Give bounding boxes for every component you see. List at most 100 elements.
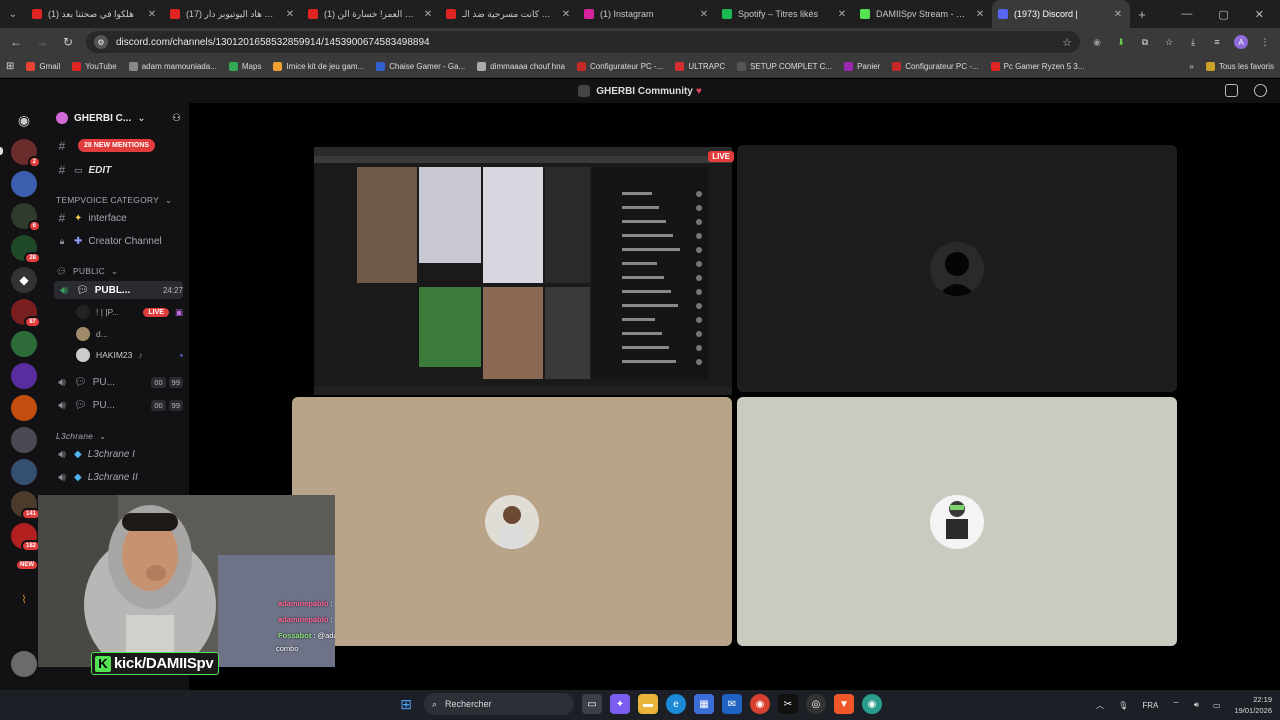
new-tab-button[interactable]: + <box>1130 7 1154 22</box>
category-l3chrane[interactable]: L3chrane ⌄ <box>56 427 183 445</box>
voice-user-1[interactable]: ! | |P... LIVE ▣ <box>76 303 183 321</box>
bookmarks-overflow-button[interactable]: » <box>1189 62 1193 71</box>
bookmark-item[interactable]: Pc Gamer Ryzen 5 3... <box>990 62 1085 71</box>
bookmark-item[interactable]: Configurateur PC -... <box>892 62 979 71</box>
channel-interface[interactable]: # ✦ interface <box>56 209 183 227</box>
close-tab-icon[interactable]: ✕ <box>422 9 434 20</box>
voice-user-3[interactable]: HAKIM23 ♪ ▪ <box>76 346 183 364</box>
microphone-icon[interactable]: 🎙︎ <box>1118 701 1128 710</box>
language-indicator[interactable]: FRA <box>1142 701 1158 710</box>
inbox-icon[interactable] <box>1225 84 1238 97</box>
close-tab-icon[interactable]: ✕ <box>146 9 158 20</box>
bookmark-item[interactable]: Imice kit de jeu gam... <box>273 62 364 71</box>
close-tab-icon[interactable]: ✕ <box>284 9 296 20</box>
bookmark-item[interactable]: Chaise Gamer - Ga... <box>376 62 465 71</box>
server-icon-4[interactable]: 28 <box>11 235 41 264</box>
server-icon-9[interactable] <box>11 395 37 421</box>
tab-search-icon[interactable]: ⌄ <box>0 0 26 28</box>
participant-tile-4[interactable] <box>737 397 1177 646</box>
discord-home-icon[interactable]: ◉ <box>11 107 37 133</box>
minimize-icon[interactable]: — <box>1181 8 1192 21</box>
close-tab-icon[interactable]: ✕ <box>836 9 848 20</box>
close-tab-icon[interactable]: ✕ <box>698 9 710 20</box>
category-tempvoice[interactable]: TEMPVOICE CATEGORY ⌄ <box>56 191 183 209</box>
channel-public-voice-2[interactable]: 🔊︎ 💬︎ PU... 00 99 <box>56 373 183 391</box>
browser-tab[interactable]: Spotify – Titres likés ✕ <box>716 0 854 28</box>
url-text[interactable]: discord.com/channels/1301201658532859914… <box>116 37 1054 48</box>
invite-icon[interactable]: ⚇ <box>172 113 181 124</box>
browser-tab[interactable]: (17) علاش هاد اليوتيوبر دار ✕ <box>164 0 302 28</box>
user-avatar[interactable] <box>11 651 37 677</box>
wifi-icon[interactable]: ⌔ <box>1172 700 1180 710</box>
channel-public-voice[interactable]: 🔊︎ 💬︎ PUBL... 24:27 <box>54 281 183 299</box>
chrome-beta-icon[interactable]: ◉ <box>862 694 882 714</box>
site-info-icon[interactable]: ⚙ <box>94 35 108 49</box>
edge-icon[interactable]: e <box>666 694 686 714</box>
category-public[interactable]: 💬︎ PUBLIC ⌄ <box>56 262 183 280</box>
bookmark-item[interactable]: Panier <box>844 62 880 71</box>
outlook-icon[interactable]: ✉ <box>722 694 742 714</box>
download-ext-icon[interactable]: ⬇ <box>1114 35 1128 49</box>
store-icon[interactable]: ▦ <box>694 694 714 714</box>
tray-overflow-icon[interactable]: ︿ <box>1096 700 1104 711</box>
maximize-icon[interactable]: ▢ <box>1218 8 1228 21</box>
file-explorer-icon[interactable]: ▬ <box>638 694 658 714</box>
all-bookmarks-button[interactable]: Tous les favoris <box>1205 62 1274 71</box>
browser-tab[interactable]: DAMIISpv Stream - Watch ✕ <box>854 0 992 28</box>
volume-icon[interactable]: 🔊︎ <box>1194 700 1199 710</box>
chrome-icon[interactable]: ◉ <box>750 694 770 714</box>
browser-tab[interactable]: واش كانت مسرحية ضد الـ ✕ <box>440 0 578 28</box>
close-window-icon[interactable]: ✕ <box>1255 8 1264 21</box>
server-icon-8[interactable] <box>11 363 37 389</box>
new-mentions-pill[interactable]: 28 NEW MENTIONS <box>78 139 155 152</box>
server-icon-11[interactable] <box>11 459 37 485</box>
bookmark-item[interactable]: Configurateur PC -... <box>577 62 663 71</box>
server-icon-14[interactable]: NEW <box>11 555 39 581</box>
extensions-puzzle-icon[interactable]: ⧉ <box>1138 35 1152 49</box>
browser-menu-icon[interactable]: ⋮ <box>1258 35 1272 49</box>
server-icon-13[interactable]: 182 <box>11 523 41 552</box>
browser-tab[interactable]: (1) صدمة العمر! خسارة الن ✕ <box>302 0 440 28</box>
participant-tile-3[interactable] <box>292 397 732 646</box>
channel-l3chrane-2[interactable]: 🔊︎ ◆ L3chrane II <box>56 468 183 486</box>
server-icon-10[interactable] <box>11 427 37 453</box>
battery-icon[interactable]: ▭ <box>1213 701 1221 710</box>
forward-icon[interactable]: → <box>34 35 50 49</box>
bookmark-item[interactable]: Maps <box>228 62 261 71</box>
extension-icon[interactable]: ◉ <box>1090 35 1104 49</box>
bookmarks-icon[interactable]: ☆ <box>1162 35 1176 49</box>
channel-l3chrane-1[interactable]: 🔊︎ ◆ L3chrane I <box>56 445 183 463</box>
server-icon-7[interactable] <box>11 331 37 357</box>
server-icon-5[interactable]: ◆ <box>11 267 37 293</box>
server-icon-6[interactable]: 87 <box>11 299 41 328</box>
bookmark-item[interactable]: SETUP COMPLET C... <box>737 62 832 71</box>
server-icon-2[interactable] <box>11 171 37 197</box>
browser-tab[interactable]: (1) هلكوا في صحتنا بعد ✕ <box>26 0 164 28</box>
server-icon-1[interactable]: 2 <box>11 139 41 168</box>
back-icon[interactable]: ← <box>8 35 24 49</box>
clock[interactable]: 22:19 19/01/2026 <box>1234 694 1272 716</box>
task-view-icon[interactable]: ▭ <box>582 694 602 714</box>
browser-tab[interactable]: (1) Instagram ✕ <box>578 0 716 28</box>
close-tab-icon[interactable]: ✕ <box>560 9 572 20</box>
server-icon-12[interactable]: 141 <box>11 491 41 520</box>
bookmark-star-icon[interactable]: ☆ <box>1062 36 1072 49</box>
apps-grid-icon[interactable]: ⊞ <box>6 61 14 72</box>
browser-tab[interactable]: (1973) Discord | ✕ <box>992 0 1130 28</box>
voice-user-2[interactable]: d... <box>76 325 183 343</box>
channel-edit[interactable]: # ▭ EDIT <box>56 161 183 179</box>
windows-start-icon[interactable]: ⊞ <box>396 694 416 714</box>
server-icon-3[interactable]: 6 <box>11 203 41 232</box>
media-icon[interactable]: ≡ <box>1210 35 1224 49</box>
brave-icon[interactable]: ▼ <box>834 694 854 714</box>
bookmark-item[interactable]: Gmail <box>26 62 60 71</box>
taskbar-search[interactable]: ⌕ Rechercher <box>424 693 574 715</box>
omnibox[interactable]: ⚙ discord.com/channels/13012016585328599… <box>86 31 1080 53</box>
obs-icon[interactable]: ◎ <box>806 694 826 714</box>
copilot-icon[interactable]: ✦ <box>610 694 630 714</box>
bookmark-item[interactable]: YouTube <box>72 62 117 71</box>
bookmark-item[interactable]: dimmaaaa chouf hna <box>477 62 565 71</box>
capcut-icon[interactable]: ✂ <box>778 694 798 714</box>
close-tab-icon[interactable]: ✕ <box>974 9 986 20</box>
participant-tile-2[interactable] <box>737 145 1177 392</box>
